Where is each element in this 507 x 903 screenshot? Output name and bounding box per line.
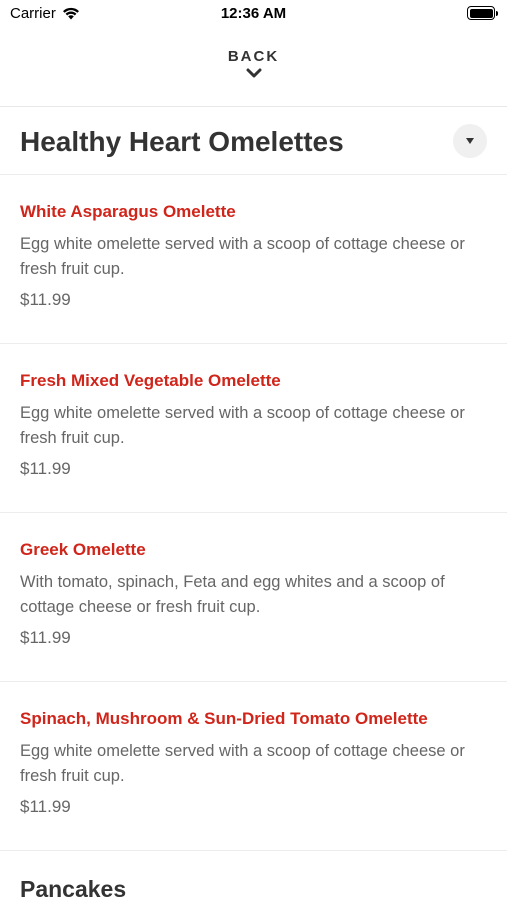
menu-item[interactable]: Fresh Mixed Vegetable Omelette Egg white… (0, 344, 507, 513)
menu-item[interactable]: Greek Omelette With tomato, spinach, Fet… (0, 513, 507, 682)
menu-item-price: $11.99 (20, 797, 71, 816)
menu-item[interactable]: Spinach, Mushroom & Sun-Dried Tomato Ome… (0, 682, 507, 851)
menu-item-description: Egg white omelette served with a scoop o… (20, 235, 465, 278)
menu-item-price: $11.99 (20, 628, 71, 647)
menu-item-description: Egg white omelette served with a scoop o… (20, 742, 465, 785)
menu-item-price: $11.99 (20, 290, 71, 309)
section-collapse-toggle[interactable] (453, 124, 487, 158)
status-time: 12:36 AM (220, 5, 287, 22)
status-bar: Carrier 12:36 AM (0, 0, 507, 30)
menu-item-list: White Asparagus Omelette Egg white omele… (0, 175, 507, 851)
menu-item-description: Egg white omelette served with a scoop o… (20, 404, 465, 447)
menu-item[interactable]: White Asparagus Omelette Egg white omele… (0, 175, 507, 344)
menu-item-name: Greek Omelette (20, 540, 146, 559)
menu-item-description: With tomato, spinach, Feta and egg white… (20, 573, 445, 616)
battery-icon (467, 6, 498, 20)
caret-down-icon (466, 138, 474, 144)
chevron-down-icon (246, 68, 261, 78)
menu-item-name: Spinach, Mushroom & Sun-Dried Tomato Ome… (20, 709, 428, 728)
back-button[interactable]: BACK (0, 48, 507, 79)
header-divider (0, 106, 507, 107)
menu-item-name: White Asparagus Omelette (20, 202, 236, 221)
menu-item-name: Fresh Mixed Vegetable Omelette (20, 371, 281, 390)
next-section-title[interactable]: Pancakes (20, 876, 126, 903)
menu-item-price: $11.99 (20, 459, 71, 478)
section-title: Healthy Heart Omelettes (20, 126, 344, 157)
back-label: BACK (227, 48, 280, 65)
section-header[interactable]: Healthy Heart Omelettes (0, 108, 507, 174)
